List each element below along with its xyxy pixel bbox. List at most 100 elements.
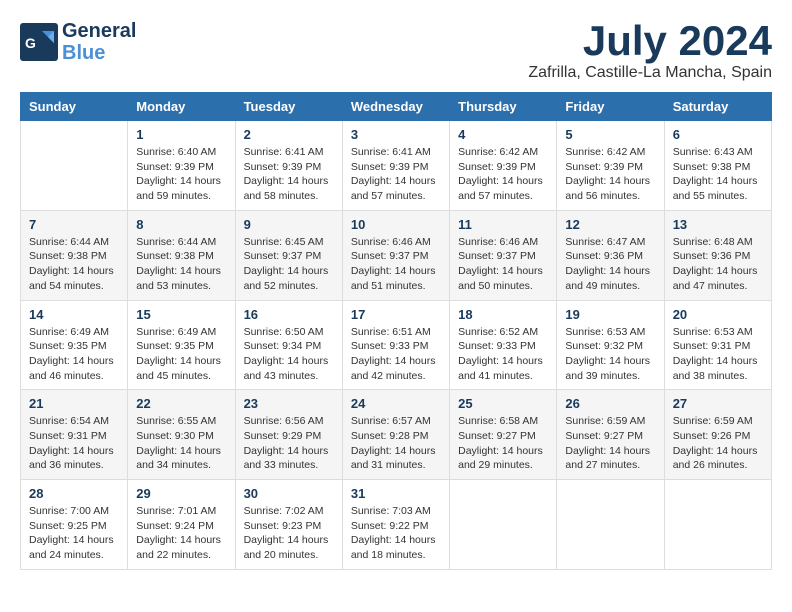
day-info: Sunrise: 6:55 AM Sunset: 9:30 PM Dayligh… [136,414,226,473]
day-number: 26 [565,396,655,411]
day-info: Sunrise: 7:01 AM Sunset: 9:24 PM Dayligh… [136,504,226,563]
day-info: Sunrise: 6:40 AM Sunset: 9:39 PM Dayligh… [136,145,226,204]
day-number: 17 [351,307,441,322]
header-sunday: Sunday [21,93,128,121]
calendar-cell [664,480,771,570]
calendar-cell: 11 Sunrise: 6:46 AM Sunset: 9:37 PM Dayli… [450,210,557,300]
week-row-3: 21 Sunrise: 6:54 AM Sunset: 9:31 PM Dayli… [21,390,772,480]
calendar-cell: 16 Sunrise: 6:50 AM Sunset: 9:34 PM Dayli… [235,300,342,390]
day-number: 16 [244,307,334,322]
day-info: Sunrise: 6:46 AM Sunset: 9:37 PM Dayligh… [351,235,441,294]
day-info: Sunrise: 7:00 AM Sunset: 9:25 PM Dayligh… [29,504,119,563]
header-row: SundayMondayTuesdayWednesdayThursdayFrid… [21,93,772,121]
calendar-cell: 18Sunrise: 6:52 AM Sunset: 9:33 PM Dayli… [450,300,557,390]
title-block: July 2024 Zafrilla, Castille-La Mancha, … [528,20,772,82]
day-info: Sunrise: 6:59 AM Sunset: 9:26 PM Dayligh… [673,414,763,473]
calendar-cell: 25 Sunrise: 6:58 AM Sunset: 9:27 PM Dayli… [450,390,557,480]
day-number: 6 [673,127,763,142]
day-info: Sunrise: 6:42 AM Sunset: 9:39 PM Dayligh… [458,145,548,204]
day-info: Sunrise: 6:44 AM Sunset: 9:38 PM Dayligh… [29,235,119,294]
calendar-cell: 2Sunrise: 6:41 AM Sunset: 9:39 PM Daylig… [235,121,342,211]
calendar-cell: 22 Sunrise: 6:55 AM Sunset: 9:30 PM Dayli… [128,390,235,480]
calendar-cell: 7 Sunrise: 6:44 AM Sunset: 9:38 PM Daylig… [21,210,128,300]
day-number: 25 [458,396,548,411]
calendar-cell: 3 Sunrise: 6:41 AM Sunset: 9:39 PM Daylig… [342,121,449,211]
day-number: 23 [244,396,334,411]
svg-text:G: G [25,35,36,51]
day-number: 11 [458,217,548,232]
header-wednesday: Wednesday [342,93,449,121]
day-info: Sunrise: 6:50 AM Sunset: 9:34 PM Dayligh… [244,325,334,384]
header-tuesday: Tuesday [235,93,342,121]
calendar-table: SundayMondayTuesdayWednesdayThursdayFrid… [20,92,772,570]
calendar-cell: 8Sunrise: 6:44 AM Sunset: 9:38 PM Daylig… [128,210,235,300]
month-title: July 2024 [528,20,772,62]
day-number: 20 [673,307,763,322]
calendar-cell: 21 Sunrise: 6:54 AM Sunset: 9:31 PM Dayli… [21,390,128,480]
header-thursday: Thursday [450,93,557,121]
day-info: Sunrise: 6:42 AM Sunset: 9:39 PM Dayligh… [565,145,655,204]
calendar-header: SundayMondayTuesdayWednesdayThursdayFrid… [21,93,772,121]
day-number: 7 [29,217,119,232]
calendar-cell: 20 Sunrise: 6:53 AM Sunset: 9:31 PM Dayli… [664,300,771,390]
logo-blue: Blue [62,42,136,64]
calendar-cell: 29 Sunrise: 7:01 AM Sunset: 9:24 PM Dayli… [128,480,235,570]
calendar-cell: 24 Sunrise: 6:57 AM Sunset: 9:28 PM Dayli… [342,390,449,480]
day-number: 10 [351,217,441,232]
location-title: Zafrilla, Castille-La Mancha, Spain [528,64,772,82]
calendar-cell: 15 Sunrise: 6:49 AM Sunset: 9:35 PM Dayli… [128,300,235,390]
day-number: 13 [673,217,763,232]
calendar-cell: 26 Sunrise: 6:59 AM Sunset: 9:27 PM Dayli… [557,390,664,480]
day-info: Sunrise: 6:49 AM Sunset: 9:35 PM Dayligh… [29,325,119,384]
logo-general: General [62,20,136,42]
logo: G General Blue [20,20,136,64]
day-number: 3 [351,127,441,142]
day-number: 1 [136,127,226,142]
day-number: 4 [458,127,548,142]
day-info: Sunrise: 6:57 AM Sunset: 9:28 PM Dayligh… [351,414,441,473]
day-info: Sunrise: 7:02 AM Sunset: 9:23 PM Dayligh… [244,504,334,563]
calendar-cell: 30 Sunrise: 7:02 AM Sunset: 9:23 PM Dayli… [235,480,342,570]
header-friday: Friday [557,93,664,121]
day-number: 22 [136,396,226,411]
header-saturday: Saturday [664,93,771,121]
calendar-cell: 14Sunrise: 6:49 AM Sunset: 9:35 PM Dayli… [21,300,128,390]
calendar-cell: 17Sunrise: 6:51 AM Sunset: 9:33 PM Dayli… [342,300,449,390]
day-info: Sunrise: 6:53 AM Sunset: 9:32 PM Dayligh… [565,325,655,384]
day-info: Sunrise: 6:41 AM Sunset: 9:39 PM Dayligh… [351,145,441,204]
week-row-0: 1 Sunrise: 6:40 AM Sunset: 9:39 PM Daylig… [21,121,772,211]
day-number: 5 [565,127,655,142]
day-number: 27 [673,396,763,411]
calendar-cell: 12Sunrise: 6:47 AM Sunset: 9:36 PM Dayli… [557,210,664,300]
calendar-body: 1 Sunrise: 6:40 AM Sunset: 9:39 PM Daylig… [21,121,772,570]
day-info: Sunrise: 6:58 AM Sunset: 9:27 PM Dayligh… [458,414,548,473]
day-info: Sunrise: 6:48 AM Sunset: 9:36 PM Dayligh… [673,235,763,294]
day-number: 2 [244,127,334,142]
calendar-cell: 31Sunrise: 7:03 AM Sunset: 9:22 PM Dayli… [342,480,449,570]
calendar-cell: 28Sunrise: 7:00 AM Sunset: 9:25 PM Dayli… [21,480,128,570]
day-info: Sunrise: 6:59 AM Sunset: 9:27 PM Dayligh… [565,414,655,473]
day-info: Sunrise: 6:52 AM Sunset: 9:33 PM Dayligh… [458,325,548,384]
header-monday: Monday [128,93,235,121]
calendar-cell [450,480,557,570]
day-info: Sunrise: 6:53 AM Sunset: 9:31 PM Dayligh… [673,325,763,384]
calendar-cell: 19 Sunrise: 6:53 AM Sunset: 9:32 PM Dayli… [557,300,664,390]
calendar-cell [557,480,664,570]
day-info: Sunrise: 6:54 AM Sunset: 9:31 PM Dayligh… [29,414,119,473]
day-number: 29 [136,486,226,501]
day-info: Sunrise: 6:46 AM Sunset: 9:37 PM Dayligh… [458,235,548,294]
day-number: 24 [351,396,441,411]
calendar-cell: 5 Sunrise: 6:42 AM Sunset: 9:39 PM Daylig… [557,121,664,211]
calendar-cell: 6Sunrise: 6:43 AM Sunset: 9:38 PM Daylig… [664,121,771,211]
calendar-cell [21,121,128,211]
day-number: 19 [565,307,655,322]
day-number: 21 [29,396,119,411]
day-info: Sunrise: 6:49 AM Sunset: 9:35 PM Dayligh… [136,325,226,384]
day-number: 30 [244,486,334,501]
page-header: G General Blue July 2024 Zafrilla, Casti… [20,20,772,82]
day-number: 15 [136,307,226,322]
day-info: Sunrise: 6:44 AM Sunset: 9:38 PM Dayligh… [136,235,226,294]
calendar-cell: 13 Sunrise: 6:48 AM Sunset: 9:36 PM Dayli… [664,210,771,300]
calendar-cell: 23Sunrise: 6:56 AM Sunset: 9:29 PM Dayli… [235,390,342,480]
calendar-cell: 10 Sunrise: 6:46 AM Sunset: 9:37 PM Dayli… [342,210,449,300]
